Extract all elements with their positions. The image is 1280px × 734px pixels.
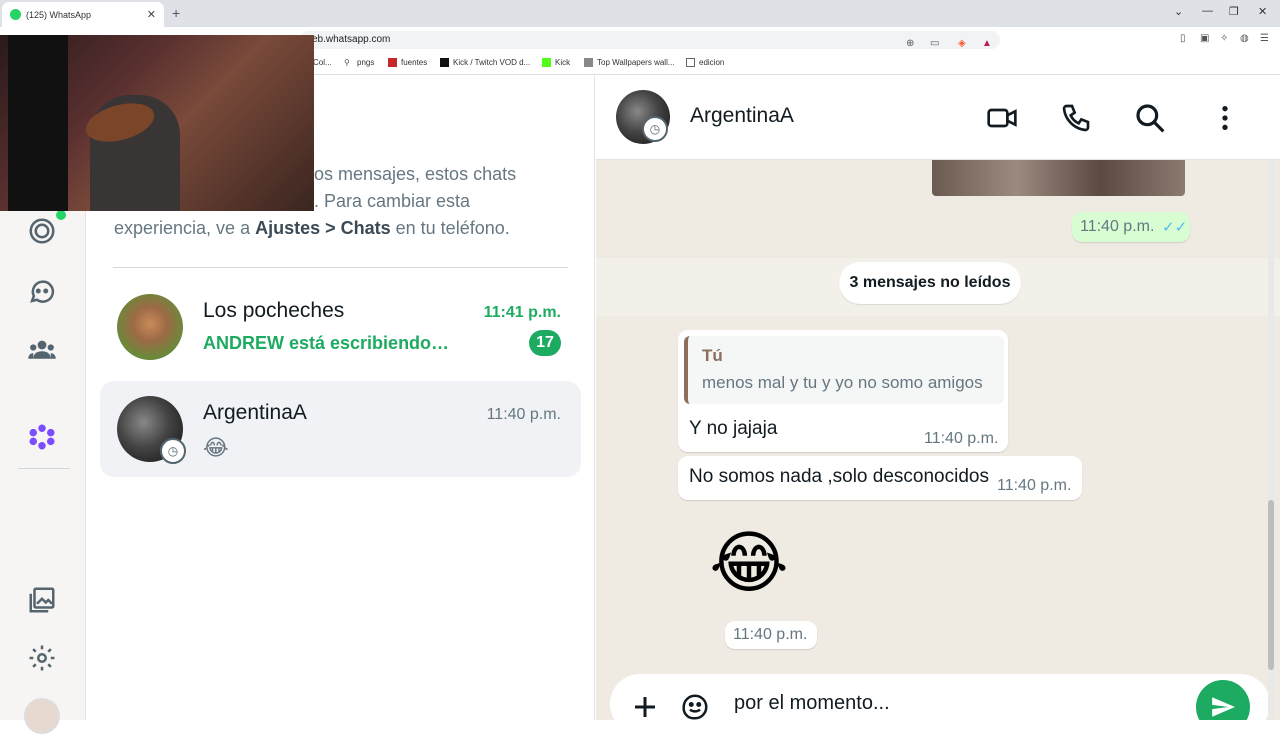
reply-quote[interactable]: Tú menos mal y tu y yo no somo amigos [684,336,1004,404]
status-icon[interactable] [27,216,57,246]
send-icon [1212,697,1235,717]
chat-row[interactable]: Los pocheches 11:41 p.m. ANDREW está esc… [100,279,581,375]
menu-icon[interactable]: ☰ [1260,33,1269,44]
media-gallery-icon[interactable] [27,585,57,615]
message-time: 11:40 p.m. [997,477,1072,494]
chat-name: ArgentinaA [203,401,307,424]
message-text: No somos nada ,solo desconocidos [689,466,989,487]
image-message[interactable] [932,160,1185,196]
chat-time: 11:40 p.m. [486,406,561,423]
search-icon[interactable] [1134,102,1166,134]
folder-icon [686,58,695,67]
chat-time: 11:41 p.m. [483,304,561,321]
quote-author: Tú [702,346,723,365]
chat-row[interactable]: ◷ ArgentinaA 11:40 p.m. 😂 [100,381,581,477]
maximize-button[interactable]: ❐ [1229,5,1239,18]
conversation-header[interactable]: ◷ ArgentinaA [596,76,1280,160]
whatsapp-favicon-icon [10,9,21,20]
close-window-button[interactable]: ✕ [1258,5,1267,18]
new-tab-button[interactable]: + [172,5,180,21]
channels-icon[interactable] [27,276,57,306]
kick-favicon-icon [440,58,449,67]
bookmark-favicon-icon [388,58,397,67]
bookmark-item[interactable]: ⚲ pngs [344,58,374,67]
message-bubble[interactable]: Tú menos mal y tu y yo no somo amigos Y … [678,330,1008,452]
wallet-icon[interactable]: ▣ [1200,33,1209,44]
url-field[interactable]: eb.whatsapp.com ⊕ ▭ ◈ ▲ [300,31,1000,49]
chat-preview: 😂 [203,435,229,460]
wallpaper-favicon-icon [584,58,593,67]
bookmark-item[interactable]: Kick / Twitch VOD d... [440,58,530,67]
settings-gear-icon[interactable] [27,643,57,673]
attach-plus-icon[interactable] [630,692,660,720]
tab-search-icon[interactable]: ⌄ [1174,5,1183,18]
list-divider [113,267,568,268]
meta-ai-icon[interactable] [27,422,57,452]
bookmark-item[interactable]: Top Wallpapers wall... [584,58,675,67]
brave-rewards-icon[interactable]: ▲ [982,35,992,53]
conversation-panel: ◷ ArgentinaA 11:40 p.m. ✓✓ 3 mensajes no… [596,76,1280,720]
tab-title: (125) WhatsApp [26,9,92,20]
webcam-overlay [0,35,314,211]
emoji-message[interactable]: 😂 [708,522,790,604]
browser-tab-bar: (125) WhatsApp ✕ + ⌄ — ❐ ✕ [0,0,1280,27]
emoji-time-chip: 11:40 p.m. [725,621,817,649]
message-text: Y no jajaja [689,418,778,439]
communities-icon[interactable] [27,335,57,365]
quote-text: menos mal y tu y yo no somo amigos [702,373,983,392]
brave-shield-icon[interactable]: ◈ [958,35,966,53]
more-options-icon[interactable] [1209,102,1241,134]
minimize-button[interactable]: — [1202,5,1213,17]
leo-ai-icon[interactable]: ✧ [1220,33,1228,44]
sidebar-toggle-icon[interactable]: ▯ [1180,33,1186,44]
bookmark-item[interactable]: Col... [313,58,332,67]
close-tab-icon[interactable]: ✕ [147,8,156,21]
message-bubble[interactable]: No somos nada ,solo desconocidos 11:40 p… [678,456,1082,500]
pin-icon: ⚲ [344,58,350,67]
voice-call-icon[interactable] [1060,102,1092,134]
kick-favicon-icon [542,58,551,67]
outgoing-message-meta: 11:40 p.m. ✓✓ [1072,212,1190,242]
webcam-background [8,35,68,211]
vpn-icon[interactable]: ◍ [1240,33,1249,44]
message-time: 11:40 p.m. [924,430,999,447]
status-clock-icon: ◷ [642,116,668,142]
read-ticks-icon: ✓✓ [1162,219,1188,236]
contact-name[interactable]: ArgentinaA [690,104,794,128]
bookmark-item[interactable]: fuentes [388,58,427,67]
unread-count-badge: 17 [529,330,561,356]
browser-tab[interactable]: (125) WhatsApp ✕ [2,2,164,27]
url-text: eb.whatsapp.com [312,34,391,45]
bookmark-folder[interactable]: edicion [686,58,724,67]
video-call-icon[interactable] [986,102,1018,134]
message-time: 11:40 p.m. [1080,218,1155,235]
unread-divider: 3 mensajes no leídos [839,262,1021,304]
chat-avatar [117,294,183,360]
sticker-icon[interactable] [680,692,710,720]
chat-preview: ANDREW está escribiendo… [203,333,450,353]
chat-name: Los pocheches [203,299,345,322]
status-unread-dot [56,210,66,220]
zoom-icon[interactable]: ⊕ [906,35,914,53]
message-composer: por el momento... [610,674,1270,720]
nav-divider [18,468,70,469]
message-input[interactable]: por el momento... [734,692,890,715]
bookmark-item[interactable]: Kick [542,58,570,67]
profile-avatar[interactable] [24,698,60,734]
install-app-icon[interactable]: ▭ [930,35,939,53]
scrollbar-thumb[interactable] [1268,500,1274,670]
status-clock-icon: ◷ [160,438,186,464]
